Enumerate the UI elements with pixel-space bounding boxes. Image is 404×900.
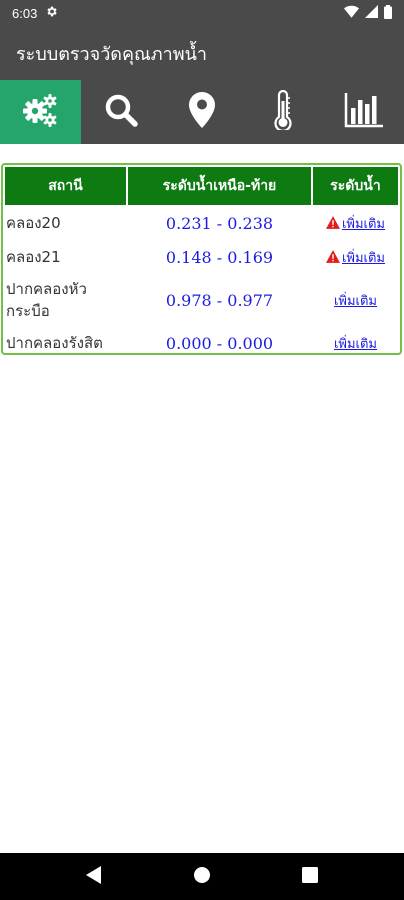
toolbar — [0, 80, 404, 144]
system-nav-bar — [0, 853, 404, 900]
home-icon — [193, 866, 211, 888]
water-level-table: สถานี ระดับน้ำเหนือ-ท้าย ระดับน้ำ คลอง20… — [3, 165, 400, 361]
wifi-icon — [344, 5, 359, 21]
header-levels: ระดับน้ำเหนือ-ท้าย — [128, 167, 311, 205]
level-values: 0.148 - 0.169 — [165, 247, 274, 267]
level-values: 0.000 - 0.000 — [165, 333, 274, 353]
settings-tab[interactable] — [0, 80, 81, 144]
station-name: คลอง21 — [6, 248, 61, 266]
signal-icon — [365, 5, 378, 21]
more-link[interactable]: เพิ่มเติม — [342, 217, 385, 232]
warning-icon — [325, 249, 340, 267]
station-name: ปากคลองหัวกระบือ — [6, 280, 87, 320]
app-title: ระบบตรวจวัดคุณภาพน้ำ — [16, 43, 207, 65]
back-icon — [86, 865, 102, 888]
gear-icon — [45, 5, 58, 21]
table-row: ปากคลองหัวกระบือ 0.978 - 0.977 เพิ่มเติม — [5, 275, 398, 325]
table-row: คลอง20 0.231 - 0.238 เพิ่มเติม — [5, 207, 398, 239]
recents-button[interactable] — [290, 857, 330, 897]
search-icon — [103, 92, 139, 132]
status-bar: 6:03 — [0, 0, 404, 26]
more-cell: เพิ่มเติม — [313, 275, 398, 325]
more-cell: เพิ่มเติม — [313, 207, 398, 239]
header-water-level: ระดับน้ำ — [313, 167, 398, 205]
more-link[interactable]: เพิ่มเติม — [334, 337, 377, 352]
home-button[interactable] — [182, 857, 222, 897]
warning-icon — [325, 215, 340, 233]
chart-tab[interactable] — [323, 80, 404, 144]
more-cell: เพิ่มเติม — [313, 327, 398, 359]
table-row: ปากคลองรังสิต 0.000 - 0.000 เพิ่มเติม — [5, 327, 398, 359]
recents-icon — [302, 866, 318, 887]
level-values: 0.978 - 0.977 — [165, 290, 274, 310]
temperature-tab[interactable] — [242, 80, 323, 144]
level-values: 0.231 - 0.238 — [165, 213, 274, 233]
app-bar: ระบบตรวจวัดคุณภาพน้ำ — [0, 26, 404, 80]
bar-chart-icon — [344, 92, 384, 132]
map-tab[interactable] — [162, 80, 243, 144]
station-name: คลอง20 — [6, 214, 61, 232]
more-link[interactable]: เพิ่มเติม — [334, 294, 377, 309]
status-time: 6:03 — [12, 5, 38, 21]
station-name: ปากคลองรังสิต — [6, 334, 103, 352]
back-button[interactable] — [74, 857, 114, 897]
battery-icon — [384, 4, 392, 22]
water-level-panel: สถานี ระดับน้ำเหนือ-ท้าย ระดับน้ำ คลอง20… — [1, 163, 402, 355]
table-row: คลอง21 0.148 - 0.169 เพิ่มเติม — [5, 241, 398, 273]
more-cell: เพิ่มเติม — [313, 241, 398, 273]
table-header-row: สถานี ระดับน้ำเหนือ-ท้าย ระดับน้ำ — [5, 167, 398, 205]
thermometer-icon — [272, 89, 294, 134]
gears-icon — [20, 90, 60, 134]
more-link[interactable]: เพิ่มเติม — [342, 251, 385, 266]
header-station: สถานี — [5, 167, 126, 205]
map-pin-icon — [188, 92, 215, 132]
search-tab[interactable] — [81, 80, 162, 144]
